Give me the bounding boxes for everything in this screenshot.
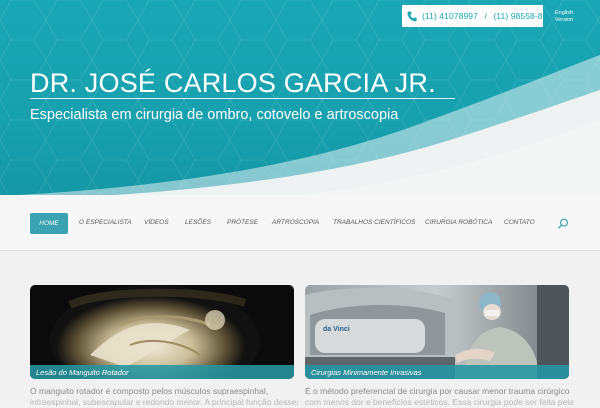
card-cirurgias-minimamente-invasivas[interactable]: da Vinci Cirurgias Minimamente Invasivas bbox=[305, 285, 569, 379]
phone-separator: / bbox=[484, 11, 487, 21]
excerpt-line: infraespinhal, subescapular e redondo me… bbox=[30, 397, 298, 407]
search-icon[interactable] bbox=[558, 218, 569, 229]
excerpt-line: com menos dor e benefícios estéticos. Es… bbox=[305, 397, 573, 407]
nav-cirurgia-robotica[interactable]: CIRURGIA ROBÓTICA bbox=[425, 214, 492, 230]
nav-lesoes[interactable]: LESÕES bbox=[185, 214, 211, 230]
english-version-line-1: English bbox=[554, 10, 574, 16]
main-navigation: HOME O ESPECIALISTA VÍDEOS LESÕES PRÓTES… bbox=[0, 195, 600, 251]
contact-phone-box[interactable]: (11) 41078997 / (11) 98558-8579 bbox=[402, 5, 557, 27]
phone-number-2[interactable]: (11) 98558-8579 bbox=[493, 11, 557, 21]
card-caption: Cirurgias Minimamente Invasivas bbox=[305, 365, 569, 379]
nav-o-especialista[interactable]: O ESPECIALISTA bbox=[79, 214, 132, 230]
doctor-name-title: DR. JOSÉ CARLOS GARCIA JR. bbox=[30, 68, 436, 98]
nav-home[interactable]: HOME bbox=[30, 213, 68, 234]
card-excerpt: O manguito rotador é composto pelos músc… bbox=[30, 386, 298, 408]
nav-protese[interactable]: PRÓTESE bbox=[227, 214, 258, 230]
card-caption: Lesão do Manguito Rotador bbox=[30, 365, 294, 379]
doctor-tagline: Especialista em cirurgia de ombro, cotov… bbox=[30, 107, 399, 123]
english-version-link[interactable]: English Version bbox=[549, 10, 579, 24]
card-excerpt: É o método preferencial de cirurgia por … bbox=[305, 386, 573, 408]
da-vinci-logo: da Vinci bbox=[323, 326, 350, 333]
nav-artroscopia[interactable]: ARTROSCOPIA bbox=[272, 214, 319, 230]
phone-number-1[interactable]: (11) 41078997 bbox=[422, 11, 478, 21]
card-manguito-rotador[interactable]: Lesão do Manguito Rotador bbox=[30, 285, 294, 379]
english-version-line-2: Version bbox=[554, 17, 574, 23]
excerpt-line: O manguito rotador é composto pelos músc… bbox=[30, 386, 269, 396]
nav-contato[interactable]: CONTATO bbox=[504, 214, 535, 230]
title-underline bbox=[30, 98, 455, 99]
nav-videos[interactable]: VÍDEOS bbox=[144, 214, 169, 230]
header-background bbox=[0, 0, 600, 200]
excerpt-line: É o método preferencial de cirurgia por … bbox=[305, 386, 570, 396]
phone-icon bbox=[407, 11, 417, 22]
header-banner: (11) 41078997 / (11) 98558-8579 English … bbox=[0, 0, 600, 200]
nav-trabalhos-cientificos[interactable]: TRABALHOS CIENTÍFICOS bbox=[333, 214, 415, 230]
